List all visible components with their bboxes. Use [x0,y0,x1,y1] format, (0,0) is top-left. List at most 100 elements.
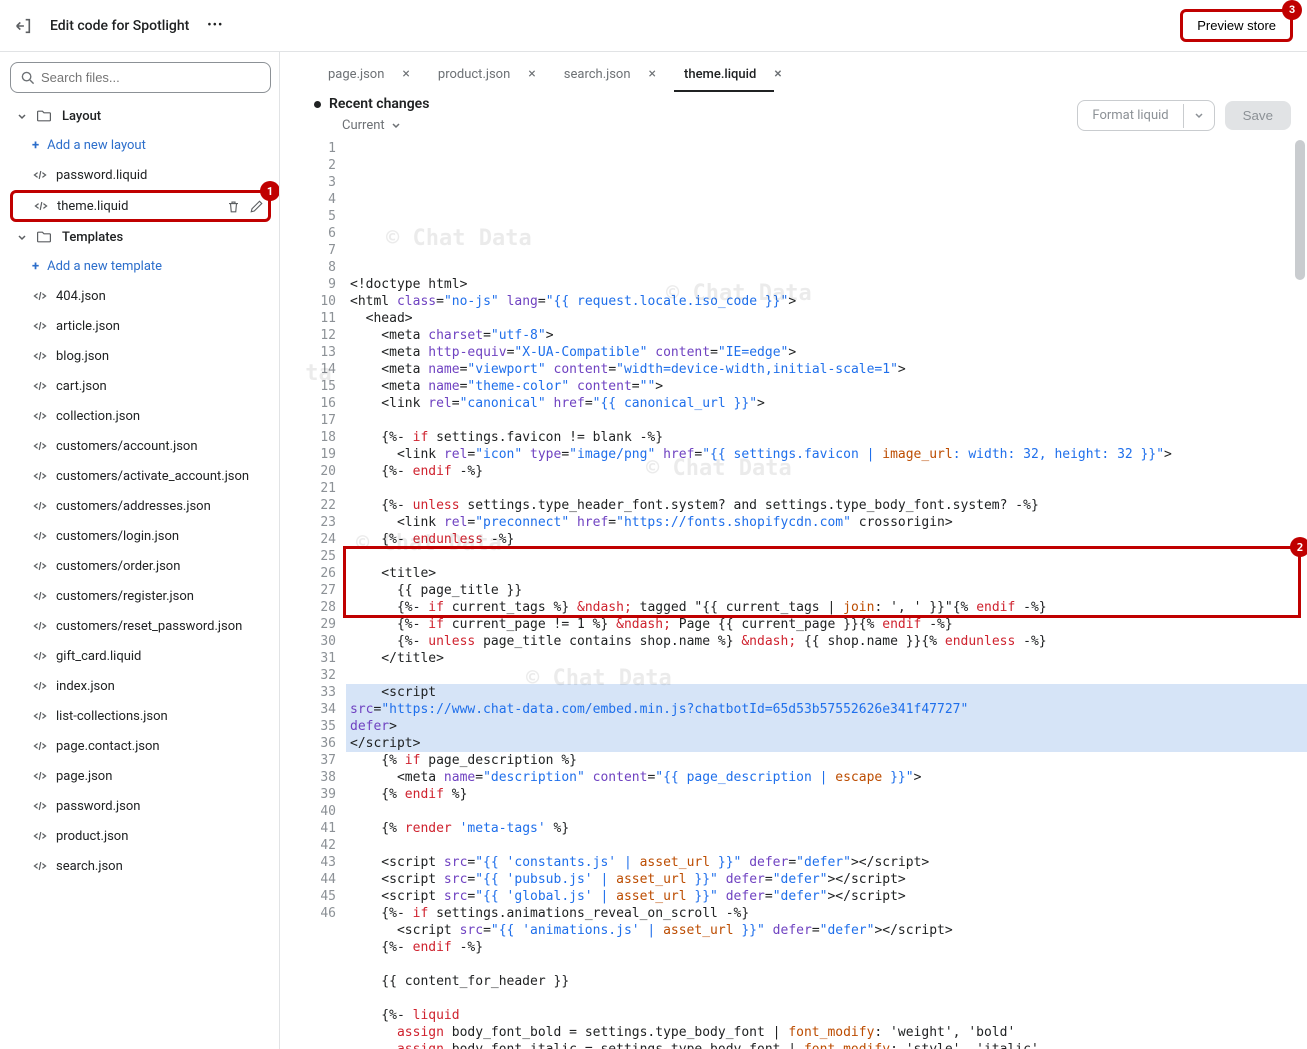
code-line-41[interactable] [346,956,1307,973]
file-customers-account-json[interactable]: customers/account.json [10,431,271,461]
file-gift_card-liquid[interactable]: gift_card.liquid [10,641,271,671]
file-collection-json[interactable]: collection.json [10,401,271,431]
code-line-13[interactable] [346,480,1307,497]
code-line-8[interactable]: <link rel="canonical" href="{{ canonical… [346,395,1307,412]
code-line-23[interactable]: </title> [346,650,1307,667]
code-line-10[interactable]: {%- if settings.favicon != blank -%} [346,429,1307,446]
code-line-1[interactable]: <!doctype html> [346,276,1307,293]
file-customers-addresses-json[interactable]: customers/addresses.json [10,491,271,521]
code-line-31[interactable]: {% endif %} [346,786,1307,803]
more-icon[interactable]: ••• [207,18,223,33]
code-line-33[interactable]: {% render 'meta-tags' %} [346,820,1307,837]
file-index-json[interactable]: index.json [10,671,271,701]
search-input[interactable] [41,70,260,85]
unsaved-dot-icon [314,101,321,108]
code-line-35[interactable]: <script src="{{ 'constants.js' | asset_u… [346,854,1307,871]
file-product-json[interactable]: product.json [10,821,271,851]
code-line-19[interactable]: {{ page_title }} [346,582,1307,599]
code-line-37[interactable]: <script src="{{ 'global.js' | asset_url … [346,888,1307,905]
code-area[interactable]: © Chat Data © Chat Data © Chat Data © Ch… [346,140,1307,1049]
code-line-12[interactable]: {%- endif -%} [346,463,1307,480]
code-line-14[interactable]: {%- unless settings.type_header_font.sys… [346,497,1307,514]
file-customers-order-json[interactable]: customers/order.json [10,551,271,581]
code-line-32[interactable] [346,803,1307,820]
file-page-json[interactable]: page.json [10,761,271,791]
rename-icon[interactable] [249,199,264,214]
file-search-json[interactable]: search.json [10,851,271,881]
code-line-15[interactable]: <link rel="preconnect" href="https://fon… [346,514,1307,531]
code-line-5[interactable]: <meta http-equiv="X-UA-Compatible" conte… [346,344,1307,361]
code-line-18[interactable]: <title> [346,565,1307,582]
code-line-16[interactable]: {%- endunless -%} [346,531,1307,548]
code-line-43[interactable] [346,990,1307,1007]
version-dropdown[interactable]: Current [342,118,401,133]
code-line-21[interactable]: {%- if current_page != 1 %} &ndash; Page… [346,616,1307,633]
annotation-badge-1: 1 [260,181,280,201]
add-templates[interactable]: +Add a new template [10,252,271,281]
code-line-44[interactable]: {%- liquid [346,1007,1307,1024]
search-files-box[interactable] [10,62,271,93]
tab-search-json[interactable]: search.json× [550,56,670,92]
file-cart-json[interactable]: cart.json [10,371,271,401]
save-button[interactable]: Save [1225,101,1291,130]
editor-tabs: page.json×product.json×search.json×theme… [304,52,1307,96]
code-line-25[interactable]: <script [346,684,1307,701]
code-line-24[interactable] [346,667,1307,684]
code-line-28[interactable]: </script> [346,735,1307,752]
code-line-26[interactable]: src="https://www.chat-data.com/embed.min… [346,701,1307,718]
code-line-20[interactable]: {%- if current_tags %} &ndash; tagged "{… [346,599,1307,616]
code-line-30[interactable]: <meta name="description" content="{{ pag… [346,769,1307,786]
tab-product-json[interactable]: product.json× [424,56,550,92]
close-tab-icon[interactable]: × [649,66,656,82]
file-page-contact-json[interactable]: page.contact.json [10,731,271,761]
code-line-38[interactable]: {%- if settings.animations_reveal_on_scr… [346,905,1307,922]
close-tab-icon[interactable]: × [774,66,781,82]
format-liquid-button[interactable]: Format liquid [1077,100,1214,131]
code-line-7[interactable]: <meta name="theme-color" content=""> [346,378,1307,395]
file-customers-login-json[interactable]: customers/login.json [10,521,271,551]
code-line-45[interactable]: assign body_font_bold = settings.type_bo… [346,1024,1307,1041]
code-line-17[interactable] [346,548,1307,565]
file-theme-liquid[interactable]: theme.liquid1 [10,190,271,222]
code-line-29[interactable]: {% if page_description %} [346,752,1307,769]
page-title: Edit code for Spotlight [50,18,189,34]
format-dropdown-icon[interactable] [1183,104,1214,128]
file-customers-register-json[interactable]: customers/register.json [10,581,271,611]
preview-store-button[interactable]: Preview store 3 [1180,9,1293,42]
folder-templates[interactable]: Templates [10,222,271,252]
file-password-json[interactable]: password.json [10,791,271,821]
code-line-36[interactable]: <script src="{{ 'pubsub.js' | asset_url … [346,871,1307,888]
file-list-collections-json[interactable]: list-collections.json [10,701,271,731]
search-icon [21,71,35,85]
file-customers-activate_account-json[interactable]: customers/activate_account.json [10,461,271,491]
code-line-22[interactable]: {%- unless page_title contains shop.name… [346,633,1307,650]
add-layout[interactable]: +Add a new layout [10,131,271,160]
code-line-11[interactable]: <link rel="icon" type="image/png" href="… [346,446,1307,463]
delete-icon[interactable] [226,199,241,214]
file-customers-reset_password-json[interactable]: customers/reset_password.json [10,611,271,641]
code-line-39[interactable]: <script src="{{ 'animations.js' | asset_… [346,922,1307,939]
code-line-42[interactable]: {{ content_for_header }} [346,973,1307,990]
code-line-9[interactable] [346,412,1307,429]
exit-icon[interactable] [14,17,32,35]
recent-changes[interactable]: Recent changes [314,96,429,112]
code-line-6[interactable]: <meta name="viewport" content="width=dev… [346,361,1307,378]
file-blog-json[interactable]: blog.json [10,341,271,371]
close-tab-icon[interactable]: × [528,66,535,82]
tab-page-json[interactable]: page.json× [314,56,424,92]
code-line-2[interactable]: <html class="no-js" lang="{{ request.loc… [346,293,1307,310]
code-line-46[interactable]: assign body_font_italic = settings.type_… [346,1041,1307,1049]
code-line-34[interactable] [346,837,1307,854]
tab-theme-liquid[interactable]: theme.liquid× [670,56,796,92]
code-line-27[interactable]: defer> [346,718,1307,735]
code-line-4[interactable]: <meta charset="utf-8"> [346,327,1307,344]
code-line-40[interactable]: {%- endif -%} [346,939,1307,956]
file-article-json[interactable]: article.json [10,311,271,341]
folder-layout[interactable]: Layout [10,101,271,131]
file-password-liquid[interactable]: password.liquid [10,160,271,190]
file-404-json[interactable]: 404.json [10,281,271,311]
code-editor[interactable]: 1234567891011121314151617181920212223242… [304,140,1307,1049]
close-tab-icon[interactable]: × [402,66,409,82]
code-line-3[interactable]: <head> [346,310,1307,327]
vertical-scrollbar[interactable] [1295,140,1305,280]
